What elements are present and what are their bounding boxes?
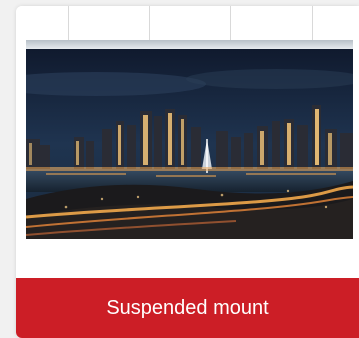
product-label-banner[interactable]: Suspended mount bbox=[16, 278, 359, 338]
product-card[interactable]: Suspended mount bbox=[16, 6, 359, 338]
ceiling-grid-line bbox=[68, 6, 69, 40]
ceiling-grid-line bbox=[312, 6, 313, 40]
ceiling-grid bbox=[16, 6, 359, 40]
product-image[interactable] bbox=[26, 49, 353, 239]
screen-mount-bracket bbox=[26, 40, 353, 49]
product-label: Suspended mount bbox=[106, 296, 269, 319]
ceiling-grid-line bbox=[230, 6, 231, 40]
ceiling-grid-line bbox=[149, 6, 150, 40]
